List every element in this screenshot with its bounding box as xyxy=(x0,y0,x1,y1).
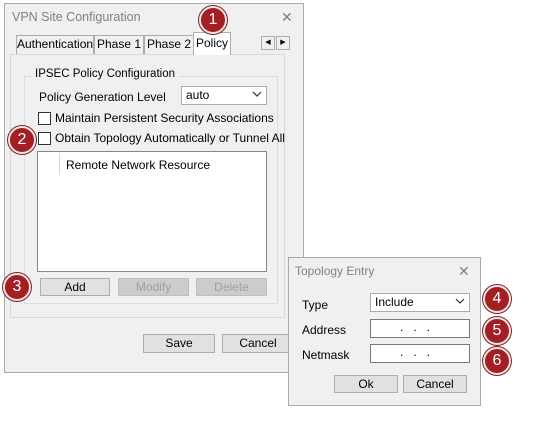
maintain-sa-label: Maintain Persistent Security Association… xyxy=(55,111,274,125)
tab-phase-2[interactable]: Phase 2 xyxy=(144,35,194,54)
close-icon[interactable]: ✕ xyxy=(458,264,470,278)
arrow-right-icon[interactable]: ▶ xyxy=(276,36,290,50)
chevron-down-icon xyxy=(252,91,262,97)
netmask-input[interactable]: ... xyxy=(370,344,470,363)
list-column-header[interactable]: Remote Network Resource xyxy=(66,158,210,172)
address-input[interactable]: ... xyxy=(370,319,470,338)
type-select[interactable]: Include xyxy=(370,293,470,312)
maintain-sa-checkbox[interactable] xyxy=(38,112,51,125)
window-title: VPN Site Configuration xyxy=(12,10,141,24)
callout-badge-1: 1 xyxy=(199,6,227,34)
policy-level-select[interactable]: auto xyxy=(181,86,267,105)
address-label: Address xyxy=(302,323,347,337)
close-icon[interactable]: ✕ xyxy=(281,10,293,24)
obtain-topology-label: Obtain Topology Automatically or Tunnel … xyxy=(55,131,285,145)
ok-button[interactable]: Ok xyxy=(334,375,398,393)
group-title: IPSEC Policy Configuration xyxy=(32,68,178,80)
delete-button[interactable]: Delete xyxy=(196,278,267,296)
topology-cancel-button[interactable]: Cancel xyxy=(403,375,467,393)
callout-badge-3: 3 xyxy=(3,273,31,301)
tab-authentication[interactable]: Authentication xyxy=(16,35,94,54)
chevron-down-icon xyxy=(455,298,465,304)
callout-badge-5: 5 xyxy=(483,317,511,345)
save-button[interactable]: Save xyxy=(143,334,215,353)
callout-badge-6: 6 xyxy=(483,347,511,375)
type-label: Type xyxy=(302,298,329,312)
obtain-topology-checkbox[interactable] xyxy=(38,132,51,145)
list-column-divider xyxy=(59,153,60,175)
topology-window-title: Topology Entry xyxy=(295,264,375,278)
policy-level-value: auto xyxy=(186,88,210,102)
netmask-label: Netmask xyxy=(302,348,350,362)
policy-level-label: Policy Generation Level xyxy=(39,90,166,104)
topology-entry-window: Topology Entry ✕ Type Include Address ..… xyxy=(288,257,481,406)
arrow-left-icon[interactable]: ◀ xyxy=(261,36,275,50)
add-button[interactable]: Add xyxy=(40,278,110,296)
tab-policy[interactable]: Policy xyxy=(193,32,231,55)
cancel-button[interactable]: Cancel xyxy=(222,334,294,353)
callout-badge-4: 4 xyxy=(483,285,511,313)
modify-button[interactable]: Modify xyxy=(118,278,189,296)
callout-badge-2: 2 xyxy=(8,126,36,154)
tab-phase-1[interactable]: Phase 1 xyxy=(94,35,144,54)
type-value: Include xyxy=(375,295,414,309)
